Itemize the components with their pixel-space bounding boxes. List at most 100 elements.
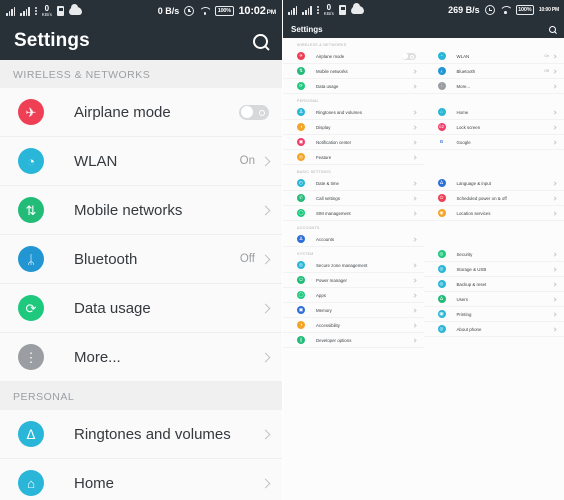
settings-row-mobile-networks[interactable]: ⇅ Mobile networks <box>0 186 282 235</box>
settings-row-lock-screen[interactable]: ὑ2 Lock screen <box>423 120 564 135</box>
settings-row-bluetooth[interactable]: ᛦ Bluetooth Off <box>423 64 564 79</box>
settings-row-value: Off <box>544 69 549 73</box>
chevron-right-icon <box>411 322 417 328</box>
phone-status-bar: 0 KB/s 0 B/s 100% 10:02PM <box>0 0 282 22</box>
settings-row-accessibility[interactable]: ◑ Accessibility <box>283 318 424 333</box>
chevron-right-icon <box>552 266 557 272</box>
settings-row-google[interactable]: G Google <box>423 135 564 150</box>
settings-row-more[interactable]: ⋮ More... <box>0 333 282 382</box>
tablet-settings-grid: WIRELESS & NETWORKS ✈ Airplane mode ⇅ Mobile… <box>283 38 564 348</box>
settings-row-label: Storage & USB <box>456 266 487 272</box>
settings-row-airplane-mode[interactable]: ✈ Airplane mode <box>0 88 282 137</box>
airplane-mode-toggle[interactable] <box>239 104 269 120</box>
chevron-right-icon <box>552 326 557 332</box>
chevron-right-icon <box>552 210 557 216</box>
search-icon[interactable] <box>549 25 556 33</box>
more-vertical-icon <box>34 6 37 16</box>
settings-row-power-manager[interactable]: ⏻ Power manager <box>283 273 424 288</box>
tablet-right-column[interactable]: ◔ WLAN On ᛦ Bluetooth Off ⋮ More... ⌂ Home ὑ2 Lock… <box>423 38 564 348</box>
settings-row-data-usage[interactable]: ⟳ Data usage <box>283 79 424 94</box>
settings-row-notification-center[interactable]: ▣ Notification center <box>283 135 424 150</box>
settings-row-home[interactable]: ⌂ Home <box>423 105 564 120</box>
airplane-mode-toggle[interactable] <box>401 52 416 60</box>
settings-row-developer-options[interactable]: ❙ Developer options <box>283 333 424 348</box>
display-icon: ◑ <box>297 123 305 131</box>
users-icon: ᐃ <box>437 295 446 303</box>
settings-row-ringtones-and-volumes[interactable]: ᐃ Ringtones and volumes <box>0 410 282 459</box>
chevron-right-icon <box>260 254 271 264</box>
settings-row-secure-zone-management[interactable]: ◎ Secure zone management <box>283 258 424 273</box>
data-usage-icon: ⟳ <box>18 295 44 321</box>
chevron-right-icon <box>552 109 557 115</box>
settings-row-label: Mobile networks <box>74 201 183 219</box>
net-speed-unit: KB/s <box>41 11 53 17</box>
settings-row-label: Bluetooth <box>74 250 138 268</box>
chevron-right-icon <box>552 83 557 89</box>
settings-row-label: Memory <box>316 307 332 313</box>
settings-row-label: Google <box>456 139 471 145</box>
settings-row-label: About phone <box>456 326 482 332</box>
chevron-right-icon <box>411 139 417 145</box>
settings-row-call-settings[interactable]: ✆ Call settings <box>283 191 424 206</box>
settings-row-printing[interactable]: ▣ Printing <box>423 307 564 322</box>
mobile-network-icon: ⇅ <box>18 197 44 223</box>
chevron-right-icon <box>411 210 417 216</box>
chevron-right-icon <box>411 180 417 186</box>
settings-row-memory[interactable]: ▣ Memory <box>283 303 424 318</box>
chevron-right-icon <box>411 236 417 242</box>
google-icon: G <box>439 138 444 144</box>
cloud-icon <box>69 4 83 15</box>
settings-row-language-input[interactable]: ᐃ Language & input <box>423 176 564 191</box>
signal-icon <box>288 5 298 15</box>
tablet-landscape-panel: 0 KB/s 269 B/s 100% 10:00 PM Settings WI… <box>283 0 564 500</box>
settings-row-airplane-mode[interactable]: ✈ Airplane mode <box>283 49 424 64</box>
section-header: PERSONAL <box>297 99 319 103</box>
phone-settings-list[interactable]: WIRELESS & NETWORKS ✈ Airplane mode ◔ WLAN On… <box>0 60 282 500</box>
section-header: BASIC SETTINGS <box>297 170 331 174</box>
settings-row-apps[interactable]: ◯ Apps <box>283 288 424 303</box>
settings-row-label: Home <box>456 109 469 115</box>
clock-time: 10:00 PM <box>538 7 559 13</box>
more-icon: ⋮ <box>18 344 44 370</box>
settings-row-ringtones-and-volumes[interactable]: ᐃ Ringtones and volumes <box>283 105 424 120</box>
settings-row-data-usage[interactable]: ⟳ Data usage <box>0 284 282 333</box>
settings-row-home[interactable]: ⌂ Home <box>0 459 282 500</box>
settings-row-mobile-networks[interactable]: ⇅ Mobile networks <box>283 64 424 79</box>
settings-row-label: More... <box>74 348 121 366</box>
settings-row-label: Developer options <box>316 337 352 343</box>
settings-row-bluetooth[interactable]: ᛦ Bluetooth Off <box>0 235 282 284</box>
spacer-row <box>424 221 564 236</box>
settings-row-label: Accessibility <box>316 322 340 328</box>
settings-row-label: Accounts <box>316 236 335 242</box>
settings-row-feature[interactable]: ◎ Feature <box>283 150 424 165</box>
settings-row-storage-usb[interactable]: ◎ Storage & USB <box>423 262 564 277</box>
settings-row-wlan[interactable]: ◔ WLAN On <box>423 49 564 64</box>
settings-row-display[interactable]: ◑ Display <box>283 120 424 135</box>
network-speed-icon: 0 KB/s <box>324 3 334 17</box>
settings-row-location-services[interactable]: ◉ Location services <box>423 206 564 221</box>
settings-row-label: Power manager <box>316 277 347 283</box>
chevron-right-icon <box>552 281 557 287</box>
search-icon[interactable] <box>253 33 268 49</box>
settings-row-about-phone[interactable]: ◎ About phone <box>423 322 564 337</box>
chevron-right-icon <box>411 307 417 313</box>
about-icon: ◎ <box>437 325 446 333</box>
wifi-icon <box>500 6 511 14</box>
settings-row-accounts[interactable]: ᐃ Accounts <box>283 232 424 247</box>
settings-row-security[interactable]: ◎ Security <box>423 247 564 262</box>
tablet-left-column[interactable]: WIRELESS & NETWORKS ✈ Airplane mode ⇅ Mobile… <box>283 38 424 348</box>
chevron-right-icon <box>552 124 557 130</box>
chevron-right-icon <box>260 429 271 439</box>
settings-row-date-time[interactable]: ◴ Date & time <box>283 176 424 191</box>
settings-row-backup-reset[interactable]: ◎ Backup & reset <box>423 277 564 292</box>
settings-row-scheduled-power-on-off[interactable]: ⏻ Scheduled power on & off <box>423 191 564 206</box>
signal-icon <box>302 5 312 15</box>
chevron-right-icon <box>411 68 417 74</box>
settings-row-more[interactable]: ⋮ More... <box>423 79 564 94</box>
lock-icon: ὑ2 <box>437 123 446 131</box>
tablet-app-bar: Settings <box>283 20 564 38</box>
settings-row-sim-management[interactable]: ◯ SIM management <box>283 206 424 221</box>
settings-row-users[interactable]: ᐃ Users <box>423 292 564 307</box>
settings-row-wlan[interactable]: ◔ WLAN On <box>0 137 282 186</box>
settings-row-label: Backup & reset <box>456 281 487 287</box>
